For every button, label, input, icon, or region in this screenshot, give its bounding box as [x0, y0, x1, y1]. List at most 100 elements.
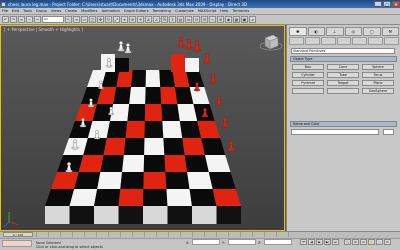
object-name-field[interactable] — [291, 129, 379, 135]
goto-start-icon[interactable]: ⏮ — [300, 239, 307, 245]
play-icon[interactable]: ▶ — [316, 239, 323, 245]
board-square[interactable] — [122, 155, 145, 172]
systems-icon[interactable] — [384, 37, 400, 45]
hierarchy-tab-icon[interactable]: ⊥ — [326, 27, 344, 36]
selection-filter-dropdown[interactable]: All — [42, 16, 64, 23]
menu-tools[interactable]: Tools — [21, 9, 34, 13]
time-slider[interactable]: 0 / 100 — [3, 232, 33, 237]
maximize-viewport-icon[interactable]: ⧉ — [384, 239, 391, 245]
board-square[interactable] — [120, 172, 144, 189]
board-square[interactable] — [143, 189, 168, 206]
board-square[interactable] — [144, 121, 164, 138]
close-button[interactable]: ✕ — [392, 1, 400, 7]
board-square[interactable] — [187, 172, 213, 189]
primitive-category-dropdown[interactable]: Standard Primitives — [291, 48, 395, 54]
cylinder-button[interactable]: Cylinder — [292, 72, 324, 78]
utilities-tab-icon[interactable]: ⚒ — [381, 27, 399, 36]
unlink-icon[interactable]: ⌁ — [26, 16, 33, 23]
minimize-button[interactable]: _ — [374, 1, 382, 7]
geometry-icon[interactable] — [289, 37, 304, 45]
teapot-button[interactable]: Teapot — [327, 80, 359, 86]
geosphere-button[interactable]: GeoSphere — [362, 88, 394, 94]
maxscript-listener[interactable] — [2, 240, 32, 247]
layer-manager-icon[interactable]: ☰ — [201, 16, 208, 23]
board-square[interactable] — [129, 87, 146, 104]
menu-maxscript[interactable]: MAXScript — [196, 9, 218, 13]
menu-views[interactable]: Views — [49, 9, 63, 13]
goto-end-icon[interactable]: ⏭ — [332, 239, 339, 245]
board-square[interactable] — [118, 189, 144, 206]
plane-button[interactable]: Plane — [362, 80, 394, 86]
menu-tentacles[interactable]: Tentacles — [230, 9, 251, 13]
zoom-extents-icon[interactable]: ⊡ — [360, 239, 367, 245]
board-square[interactable] — [143, 155, 166, 172]
tube-button[interactable]: Tube — [327, 72, 359, 78]
x-coordinate-field[interactable] — [192, 239, 220, 245]
move-icon[interactable]: ✥ — [97, 16, 104, 23]
object-color-swatch[interactable] — [383, 129, 394, 135]
select-object-icon[interactable]: ↖ — [65, 16, 72, 23]
zoom-icon[interactable]: 🔍 — [344, 239, 351, 245]
rotate-icon[interactable]: ↻ — [105, 16, 112, 23]
scale-icon[interactable]: ⤢ — [113, 16, 120, 23]
perspective-viewport[interactable]: [ + Perspective | Smooth + Highlights ] — [0, 25, 285, 231]
menu-file[interactable]: File — [0, 9, 10, 13]
menu-modifiers[interactable]: Modifiers — [79, 9, 99, 13]
board-square[interactable] — [165, 172, 190, 189]
board-square[interactable] — [130, 70, 146, 87]
redo-icon[interactable]: ↷ — [10, 16, 17, 23]
menu-animation[interactable]: Animation — [100, 9, 122, 13]
z-coordinate-field[interactable] — [264, 239, 292, 245]
orbit-icon[interactable]: ◌ — [376, 239, 383, 245]
board-square[interactable] — [182, 138, 205, 155]
snap-icon[interactable]: ∡ — [145, 16, 152, 23]
object-type-rollout[interactable]: Object Type — [290, 56, 397, 62]
motion-tab-icon[interactable]: ◎ — [344, 27, 362, 36]
zoom-all-icon[interactable]: ⊕ — [352, 239, 359, 245]
maximize-button[interactable]: □ — [383, 1, 391, 7]
y-coordinate-field[interactable] — [228, 239, 256, 245]
menu-rendering[interactable]: Rendering — [151, 9, 173, 13]
modify-tab-icon[interactable]: ◐ — [307, 27, 325, 36]
undo-icon[interactable]: ↶ — [2, 16, 9, 23]
board-square[interactable] — [144, 138, 165, 155]
lights-icon[interactable] — [320, 37, 336, 45]
timeline-ticks[interactable] — [36, 232, 294, 237]
box-button[interactable]: Box — [292, 64, 324, 70]
viewcube-icon[interactable] — [259, 30, 283, 52]
render-frame-icon[interactable]: ▣ — [241, 16, 248, 23]
spinner-snap-icon[interactable]: ⇕ — [169, 16, 176, 23]
prev-frame-icon[interactable]: ◀ — [308, 239, 315, 245]
board-square[interactable] — [189, 189, 217, 206]
torus-button[interactable]: Torus — [362, 72, 394, 78]
link-icon[interactable]: ∞ — [18, 16, 25, 23]
board-square[interactable] — [97, 172, 123, 189]
board-square[interactable] — [162, 121, 183, 138]
sphere-button[interactable]: Sphere — [362, 64, 394, 70]
align-icon[interactable]: ⊟ — [193, 16, 200, 23]
display-tab-icon[interactable]: ▢ — [363, 27, 381, 36]
board-square[interactable] — [159, 70, 175, 87]
menu-help[interactable]: Help — [218, 9, 230, 13]
mirror-icon[interactable]: ⇋ — [185, 16, 192, 23]
menu-group[interactable]: Group — [34, 9, 49, 13]
next-frame-icon[interactable]: ▶| — [324, 239, 331, 245]
material-editor-icon[interactable]: ◉ — [225, 16, 232, 23]
named-selection-icon[interactable]: ▤ — [177, 16, 184, 23]
pyramid-button[interactable]: Pyramid — [292, 80, 324, 86]
pivot-icon[interactable]: ⊕ — [129, 16, 136, 23]
name-and-color-rollout[interactable]: Name and Color — [290, 121, 397, 127]
board-square[interactable] — [123, 138, 145, 155]
board-square[interactable] — [145, 70, 161, 87]
pan-icon[interactable]: ✋ — [368, 239, 375, 245]
manipulate-icon[interactable]: ✛ — [137, 16, 144, 23]
board-square[interactable] — [166, 189, 192, 206]
extra-button-1[interactable] — [292, 88, 324, 94]
board-square[interactable] — [163, 138, 185, 155]
extra-button-2[interactable] — [327, 88, 359, 94]
render-setup-icon[interactable]: ▦ — [233, 16, 240, 23]
rect-selection-icon[interactable]: ▭ — [81, 16, 88, 23]
cameras-icon[interactable] — [336, 37, 352, 45]
board-square[interactable] — [94, 189, 121, 206]
board-square[interactable] — [74, 172, 101, 189]
